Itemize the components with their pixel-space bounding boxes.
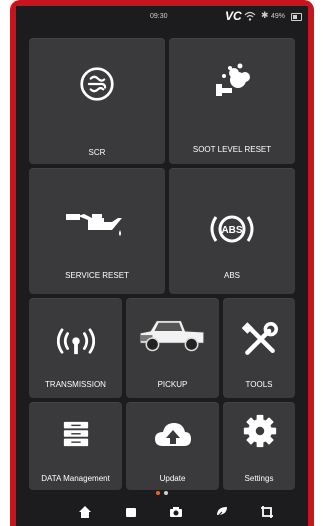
- camera-icon[interactable]: [169, 505, 183, 519]
- bottom-navigation-bar: [16, 500, 308, 526]
- data-management-tile[interactable]: DATA Management: [29, 402, 122, 490]
- transmission-tile[interactable]: TRANSMISSION: [29, 298, 122, 398]
- tile-label: TRANSMISSION: [45, 380, 106, 389]
- feedback-icon[interactable]: [215, 505, 229, 519]
- settings-tile[interactable]: Settings: [223, 402, 295, 490]
- wifi-icon: [244, 11, 256, 21]
- tile-label: Update: [159, 474, 186, 483]
- status-time: 09:30: [150, 13, 168, 20]
- screenshot-icon[interactable]: [260, 505, 274, 519]
- tools-icon: [242, 322, 278, 355]
- svg-text:ABS: ABS: [221, 225, 242, 236]
- battery-icon: [291, 13, 302, 21]
- tile-label: SOOT LEVEL RESET: [192, 145, 272, 154]
- battery-percent: 49%: [271, 13, 286, 20]
- app-screen: 09:30 VC ✱ 49% SCR SOOT LEVEL RESET SERV…: [16, 6, 308, 526]
- home-icon[interactable]: [78, 505, 92, 519]
- page-dot[interactable]: [164, 491, 168, 495]
- scr-tile[interactable]: SCR: [29, 38, 165, 164]
- tile-label: ABS: [223, 271, 240, 280]
- cloud-upload-icon: [155, 423, 191, 446]
- page-dot-active[interactable]: [156, 491, 160, 495]
- vci-indicator: VC: [225, 9, 242, 23]
- abs-icon: ABS: [210, 215, 254, 243]
- service-reset-tile[interactable]: SERVICE RESET: [29, 168, 165, 294]
- tile-label: PICKUP: [157, 380, 188, 389]
- pickup-tile[interactable]: PICKUP: [126, 298, 219, 398]
- tools-tile[interactable]: TOOLS: [223, 298, 295, 398]
- bluetooth-icon: ✱: [261, 10, 269, 20]
- update-tile[interactable]: Update: [126, 402, 219, 490]
- page-indicator: [16, 491, 308, 497]
- tile-label: SERVICE RESET: [65, 271, 129, 280]
- pickup-truck-icon: [139, 320, 205, 352]
- folder-icon[interactable]: [124, 505, 138, 519]
- abs-tile[interactable]: ABS ABS: [169, 168, 295, 294]
- device-frame: 09:30 VC ✱ 49% SCR SOOT LEVEL RESET SERV…: [10, 0, 314, 526]
- oil-can-icon: [66, 214, 122, 236]
- soot-level-reset-tile[interactable]: SOOT LEVEL RESET: [169, 38, 295, 164]
- tile-label: SCR: [88, 148, 106, 157]
- data-storage-icon: [63, 421, 89, 447]
- gear-icon: [243, 414, 277, 448]
- tile-label: Settings: [244, 474, 274, 483]
- soot-level-icon: [216, 63, 250, 96]
- status-bar: 09:30 VC ✱ 49%: [16, 6, 308, 28]
- scr-emission-icon: [80, 67, 114, 101]
- tile-label: TOOLS: [245, 380, 273, 389]
- transmission-signal-icon: [57, 328, 95, 355]
- tile-label: DATA Management: [41, 474, 110, 483]
